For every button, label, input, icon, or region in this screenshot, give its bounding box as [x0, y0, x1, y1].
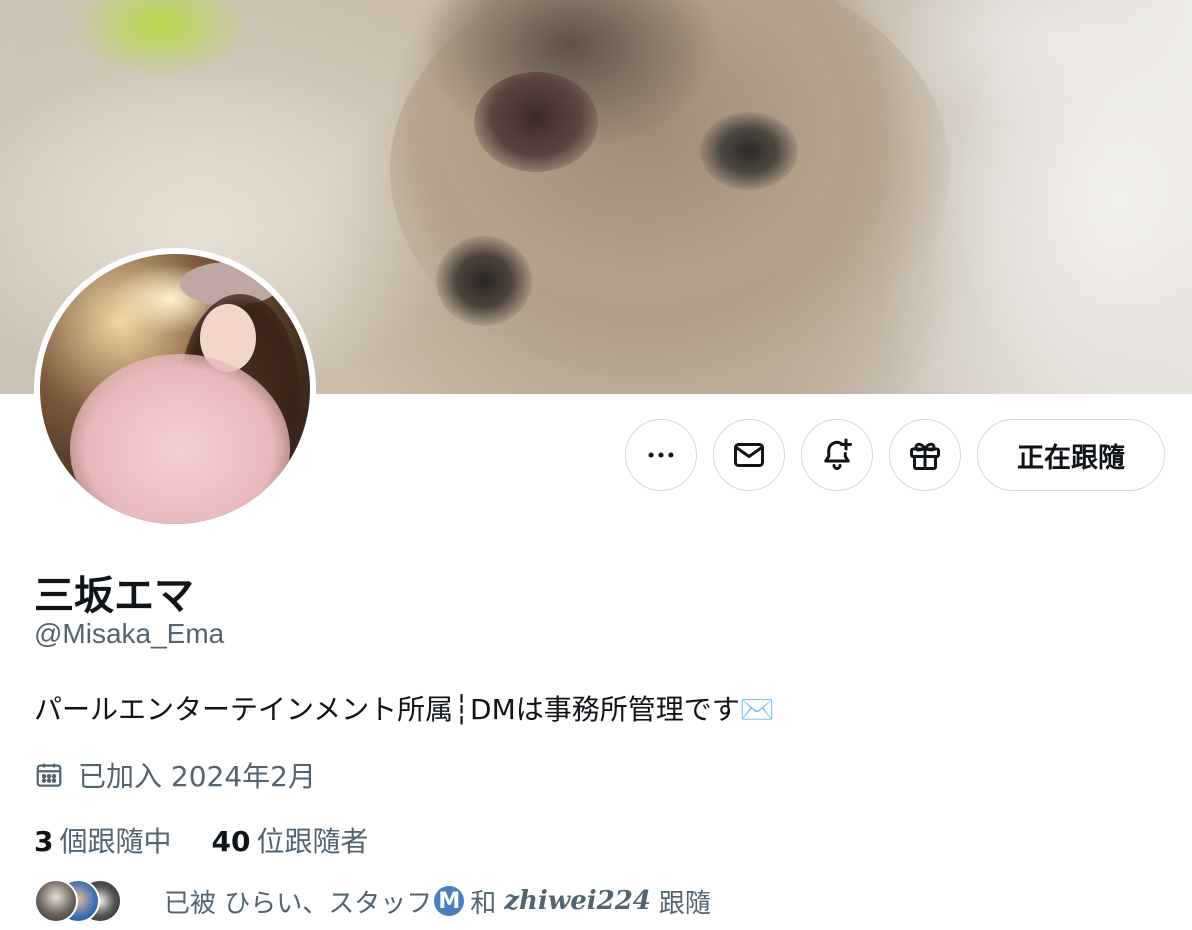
banner-eye-right — [700, 112, 798, 190]
avatar-photo — [40, 254, 310, 524]
following-link[interactable]: 3 個跟隨中 — [34, 820, 172, 860]
followed-by-prefix: 已被 ひらい、スタッフ — [164, 888, 433, 919]
user-handle: @Misaka_Ema — [34, 618, 225, 649]
m-badge-icon: M — [434, 886, 465, 916]
user-bio: パールエンターテインメント所属┆DMは事務所管理です✉️ — [34, 693, 775, 726]
follow-stats: 3 個跟隨中 40 位跟隨者 — [34, 820, 368, 860]
followed-by-user: 𝒛𝒉𝒊𝒘𝒆𝒊224 — [504, 886, 651, 916]
message-button[interactable] — [713, 419, 785, 491]
more-horizontal-icon — [648, 452, 674, 458]
followed-by-suffix: 跟隨 — [658, 888, 711, 919]
followed-by-row[interactable]: 已被 ひらい、スタッフ M 和 𝒛𝒉𝒊𝒘𝒆𝒊224 跟隨 — [34, 878, 711, 924]
banner-eye-left — [436, 236, 532, 326]
banner-nose — [474, 72, 598, 172]
subscribe-button[interactable] — [889, 419, 961, 491]
follower-avatar-1 — [34, 879, 78, 923]
envelope-icon — [734, 443, 764, 467]
notifications-button[interactable] — [801, 419, 873, 491]
calendar-icon — [36, 763, 62, 787]
following-label: 個跟隨中 — [59, 825, 172, 858]
following-count: 3 — [34, 825, 54, 858]
profile-avatar[interactable] — [34, 248, 316, 530]
followers-count: 40 — [211, 825, 251, 858]
more-button[interactable] — [625, 419, 697, 491]
followed-by-and: 和 — [470, 888, 497, 919]
banner-white-sheet — [960, 0, 1192, 394]
join-date: 已加入 2024年2月 — [34, 755, 316, 795]
bell-plus-icon — [824, 438, 852, 470]
join-date-text: 已加入 2024年2月 — [78, 760, 316, 793]
followers-link[interactable]: 40 位跟隨者 — [212, 820, 369, 860]
followers-label: 位跟隨者 — [256, 825, 369, 858]
following-button[interactable]: 正在跟隨 — [977, 419, 1165, 491]
display-name: 三坂エマ — [34, 573, 194, 619]
gift-icon — [910, 442, 940, 470]
